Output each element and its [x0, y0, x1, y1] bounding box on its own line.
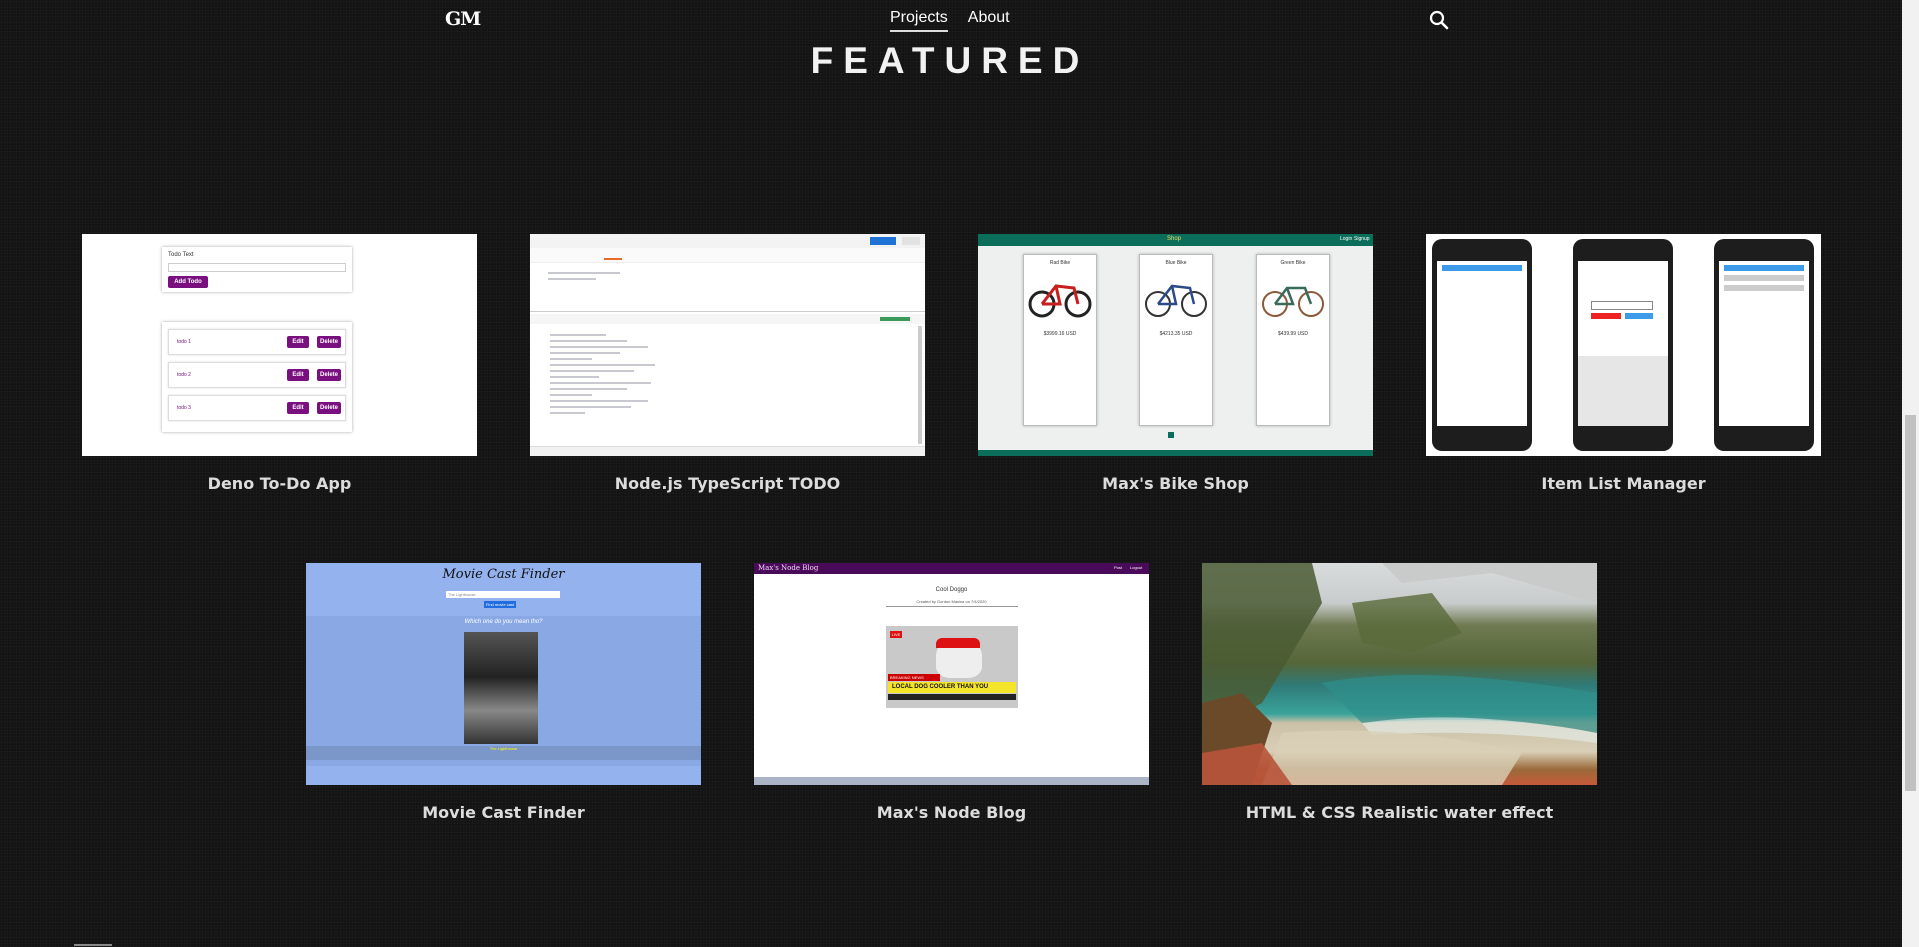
project-card-node-blog[interactable]: Max's Node Blog Post Logout Cool Doggo C…: [754, 563, 1149, 822]
movie-finder-heading: Movie Cast Finder: [442, 567, 565, 582]
blog-header: Max's Node Blog Post Logout: [754, 563, 1149, 574]
todo-form: Todo Text Add Todo: [162, 247, 352, 292]
project-thumbnail[interactable]: [530, 234, 925, 456]
divider: [530, 311, 925, 312]
project-title[interactable]: Movie Cast Finder: [306, 803, 701, 822]
bike-image: [1145, 284, 1207, 317]
live-badge: LIVE: [890, 631, 902, 638]
project-title[interactable]: HTML & CSS Realistic water effect: [1202, 803, 1597, 822]
project-card-water-effect[interactable]: HTML & CSS Realistic water effect: [1202, 563, 1597, 822]
project-thumbnail[interactable]: Shop Login Signup Rad Bike $3999.16 USD …: [978, 234, 1373, 456]
status-ok: [880, 317, 910, 321]
todo-text-input: [168, 263, 346, 272]
todo-item-text: todo 1: [177, 339, 191, 345]
bike-price: $3999.16 USD: [1043, 331, 1077, 337]
edit-button: Edit: [287, 369, 309, 381]
project-card-node-ts-todo[interactable]: Node.js TypeScript TODO: [530, 234, 925, 493]
project-thumbnail[interactable]: Max's Node Blog Post Logout Cool Doggo C…: [754, 563, 1149, 785]
divider: [886, 606, 1018, 607]
bike-price: $4213.35 USD: [1159, 331, 1193, 337]
phone-mockup: [1432, 239, 1532, 451]
shop-header: Shop Login Signup: [978, 234, 1373, 246]
page-scrollbar[interactable]: [1902, 0, 1919, 947]
page-title: FEATURED: [810, 40, 1090, 81]
response-body: [550, 330, 690, 418]
send-button: [870, 237, 896, 245]
project-card-movie-cast-finder[interactable]: Movie Cast Finder The Lighthouse Find mo…: [306, 563, 701, 822]
project-card-deno-todo[interactable]: Todo Text Add Todo todo 1 Delete Edit to…: [82, 234, 477, 493]
project-card-bike-shop[interactable]: Shop Login Signup Rad Bike $3999.16 USD …: [978, 234, 1373, 493]
main-nav: Projects About: [890, 9, 1010, 32]
top-navbar: GM Projects About: [0, 0, 1900, 40]
status-bar: [530, 446, 925, 456]
edit-button: Edit: [287, 336, 309, 348]
post-image: LIVE BREAKING NEWS LOCAL DOG COOLER THAN…: [886, 626, 1018, 708]
blog-footer: [754, 777, 1149, 785]
post-link: Post: [1114, 565, 1123, 570]
todo-row: todo 3 Delete Edit: [168, 395, 346, 421]
site-logo[interactable]: GM: [445, 8, 481, 30]
post-title: Cool Doggo: [935, 587, 968, 593]
project-thumbnail[interactable]: Todo Text Add Todo todo 1 Delete Edit to…: [82, 234, 477, 456]
response-tabs: [530, 314, 925, 324]
project-thumbnail[interactable]: [1202, 563, 1597, 785]
request-tabs: [530, 248, 925, 263]
blog-brand: Max's Node Blog: [758, 564, 819, 572]
bike-price: $439.99 USD: [1277, 331, 1309, 337]
request-body: [548, 268, 668, 284]
news-headline: LOCAL DOG COOLER THAN YOU: [888, 682, 1016, 693]
project-title[interactable]: Max's Bike Shop: [978, 474, 1373, 493]
breaking-news-label: BREAKING NEWS: [888, 674, 940, 681]
results-panel: Which one do you mean tho? The Lighthous…: [306, 616, 701, 766]
signup-link: Signup: [1354, 236, 1370, 242]
results-question: Which one do you mean tho?: [464, 619, 543, 625]
request-bar: [530, 234, 925, 249]
delete-button: Delete: [317, 402, 341, 414]
pagination-active: [1168, 432, 1174, 438]
project-title[interactable]: Max's Node Blog: [754, 803, 1149, 822]
bike-card: Green Bike $439.99 USD: [1256, 254, 1330, 426]
footer-divider: [74, 944, 112, 946]
bike-card: Blue Bike $4213.35 USD: [1139, 254, 1213, 426]
todo-item-text: todo 3: [177, 405, 191, 411]
project-title[interactable]: Deno To-Do App: [82, 474, 477, 493]
active-tab-indicator: [604, 258, 622, 260]
shop-brand: Shop: [1167, 236, 1182, 242]
shop-footer: [978, 450, 1373, 456]
bike-image: [1028, 284, 1092, 318]
phone-mockup: [1573, 239, 1673, 451]
delete-button: Delete: [317, 336, 341, 348]
add-todo-button: Add Todo: [168, 276, 208, 288]
project-title[interactable]: Item List Manager: [1426, 474, 1821, 493]
nav-projects-link[interactable]: Projects: [890, 9, 948, 32]
delete-button: Delete: [317, 369, 341, 381]
edit-button: Edit: [287, 402, 309, 414]
todo-row: todo 1 Delete Edit: [168, 329, 346, 355]
logout-link: Logout: [1130, 565, 1143, 570]
movie-title: The Lighthouse: [306, 746, 701, 760]
todo-row: todo 2 Delete Edit: [168, 362, 346, 388]
bike-card: Rad Bike $3999.16 USD: [1023, 254, 1097, 426]
todo-item-text: todo 2: [177, 372, 191, 378]
post-byline: Created by Gordon Maxina on 7/4/2020: [916, 599, 987, 604]
coast-illustration: [1202, 563, 1597, 785]
search-icon[interactable]: [1428, 9, 1450, 31]
movie-poster: [464, 632, 538, 744]
project-card-item-list-manager[interactable]: Item List Manager: [1426, 234, 1821, 493]
project-thumbnail[interactable]: [1426, 234, 1821, 456]
project-title[interactable]: Node.js TypeScript TODO: [530, 474, 925, 493]
find-cast-button: Find movie cast: [484, 601, 516, 608]
project-thumbnail[interactable]: Movie Cast Finder The Lighthouse Find mo…: [306, 563, 701, 785]
login-link: Login: [1340, 236, 1353, 242]
nav-about-link[interactable]: About: [968, 9, 1010, 32]
scrollbar: [918, 326, 922, 444]
scrollbar-thumb[interactable]: [1905, 415, 1916, 791]
todo-form-heading: Todo Text: [168, 252, 194, 258]
save-button: [902, 237, 920, 245]
phone-mockup: [1714, 239, 1814, 451]
todo-list: todo 1 Delete Edit todo 2 Delete Edit to…: [162, 322, 352, 432]
bike-image: [1262, 286, 1324, 317]
movie-search-input: The Lighthouse: [446, 591, 560, 598]
